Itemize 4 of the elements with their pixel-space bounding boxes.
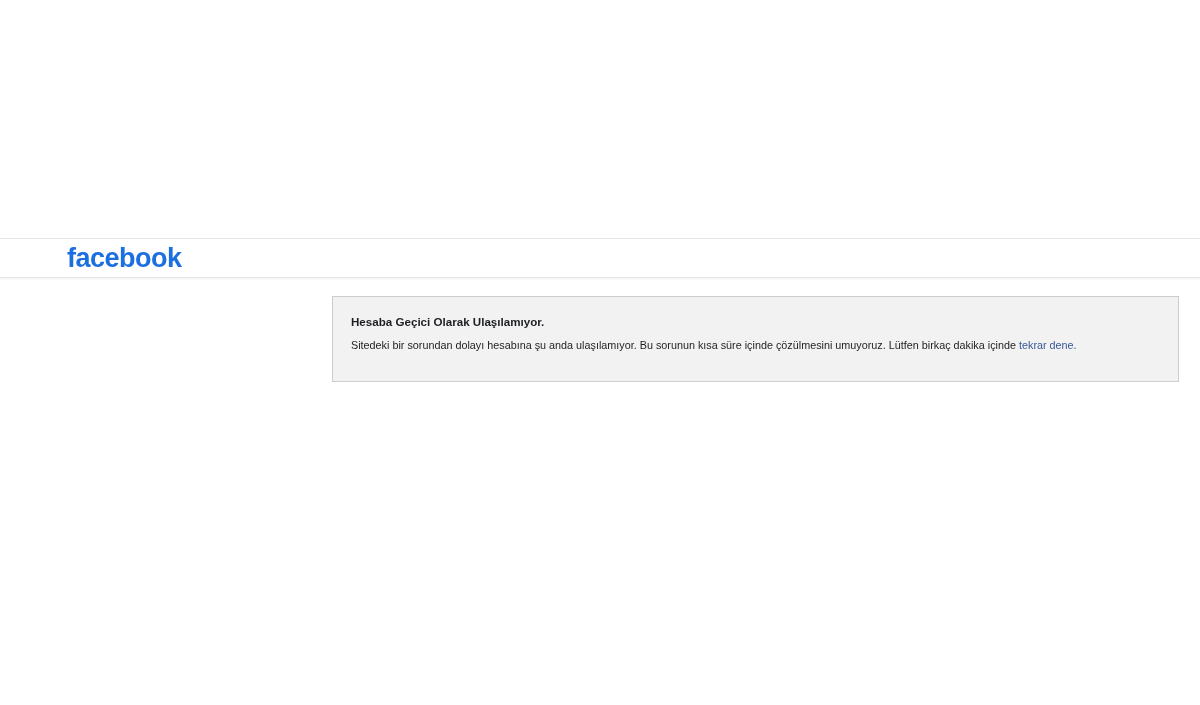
error-message: Sitedeki bir sorundan dolayı hesabına şu anda ulaşılamıyor. Bu sorunun kısa süre içinde çözülmesini umuyoruz. Lütfen birkaç dakika içinde tekrar dene. [351,338,1077,353]
error-title: Hesaba Geçici Olarak Ulaşılamıyor. [351,314,545,330]
facebook-logo[interactable]: facebook [67,244,182,272]
retry-link[interactable]: tekrar dene. [1019,339,1077,351]
